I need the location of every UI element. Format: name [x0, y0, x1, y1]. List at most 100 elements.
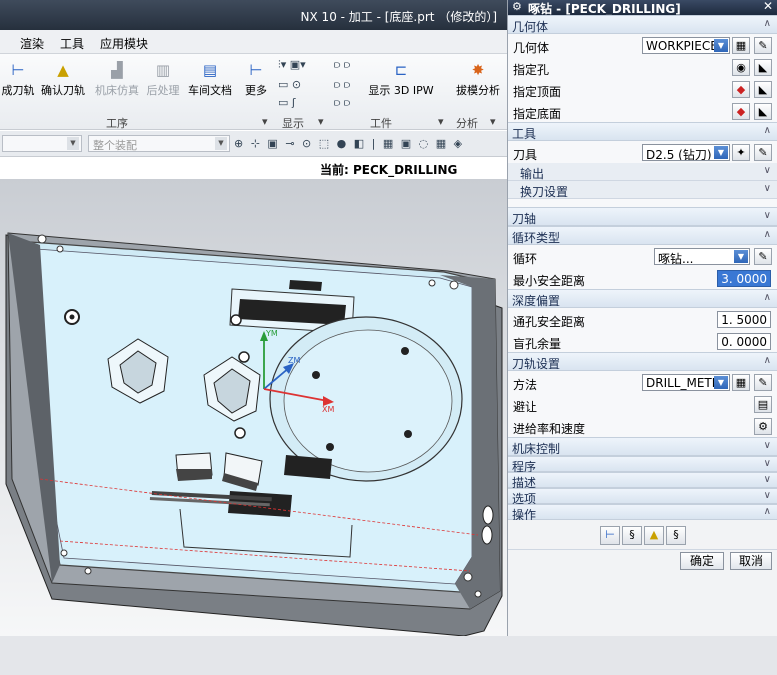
assembly-scope-combo[interactable]: 整个装配 ▼	[88, 135, 230, 152]
blind-hole-label: 盲孔余量	[513, 337, 562, 351]
group-workpiece-chevron[interactable]: ▾	[438, 115, 444, 128]
verify-icon[interactable]: ▲	[644, 526, 664, 545]
section-program[interactable]: 程序 ∨	[508, 456, 777, 474]
chevron-up-icon: ∧	[763, 355, 771, 366]
chevron-up-icon: ∧	[763, 292, 771, 303]
avoid-label: 避让	[513, 400, 538, 414]
edit-cycle-icon[interactable]: ✎	[754, 248, 772, 265]
min-clearance-label: 最小安全距离	[513, 274, 586, 288]
group-operation: 工序	[106, 117, 128, 130]
blind-hole-row: 盲孔余量 0. 0000	[508, 330, 777, 352]
chevron-down-icon: ∨	[763, 183, 771, 194]
group-workpiece: 工件	[370, 117, 392, 130]
generate-toolpath-button[interactable]: ⊢ 成刀轨	[0, 58, 36, 104]
through-hole-input[interactable]: 1. 5000	[717, 311, 771, 328]
edit-geometry-icon[interactable]: ✎	[754, 37, 772, 54]
geometry-select[interactable]: WORKPIECE ▼	[642, 37, 730, 54]
display-options-icon[interactable]: ⫶▾ ▣▾	[278, 58, 306, 72]
feeds-speeds-icon[interactable]: ⚙	[754, 418, 772, 435]
ribbon: ⊢ 成刀轨 ▲ 确认刀轨 ▟ 机床仿真 ▥ 后处理 ▤ 车间文档 ⊢ 更多 ⫶▾…	[0, 54, 507, 130]
method-label: 方法	[513, 378, 538, 392]
geometry-row: 几何体 WORKPIECE ▼ ▦ ✎	[508, 34, 777, 56]
new-geometry-icon[interactable]: ▦	[732, 37, 750, 54]
section-path-settings[interactable]: 刀轨设置 ∧	[508, 352, 777, 371]
machine-simulation-button[interactable]: ▟ 机床仿真	[92, 58, 142, 104]
generate-toolpath-icon: ⊢	[11, 61, 25, 79]
section-machine-control[interactable]: 机床控制 ∨	[508, 437, 777, 456]
close-icon[interactable]: ✕	[763, 0, 773, 13]
list-icon[interactable]: §	[666, 526, 686, 545]
edit-method-icon[interactable]: ✎	[754, 374, 772, 391]
group-display-expand[interactable]: ▾	[262, 115, 268, 128]
postprocess-button[interactable]: ▥ 后处理	[144, 58, 182, 104]
replay-icon[interactable]: §	[622, 526, 642, 545]
part-model: YM ZM XM	[5, 232, 503, 636]
display-3d-ipw-icon: ⊏	[394, 61, 408, 79]
display-holes-icon[interactable]: ◣	[754, 59, 772, 76]
tool-change-subsection[interactable]: 换刀设置 ∨	[508, 181, 777, 199]
display-toolpath-icon[interactable]: ▭ ⊙	[278, 78, 301, 91]
feeds-label: 进给率和速度	[513, 422, 586, 436]
chevron-down-icon: ∨	[763, 210, 771, 221]
display-bottom-icon[interactable]: ◣	[754, 103, 772, 120]
snap-icons[interactable]: ⊕ ⊹ ▣ ⊸ ⊙ ⬚ ● ◧ | ▦ ▣ ◌ ▦ ◈	[234, 137, 464, 150]
select-bottom-surface-icon[interactable]: ◆	[732, 103, 750, 120]
chevron-up-icon: ∧	[763, 125, 771, 136]
cancel-button[interactable]: 取消	[730, 552, 772, 570]
axis-label-y: YM	[265, 329, 278, 338]
section-tool[interactable]: 工具 ∧	[508, 122, 777, 141]
output-subsection[interactable]: 输出 ∨	[508, 163, 777, 181]
menu-render[interactable]: 渲染	[20, 35, 44, 52]
filter-combo[interactable]: ▼	[2, 135, 82, 152]
section-geometry[interactable]: 几何体 ∧	[508, 15, 777, 34]
display-3d-ipw-button[interactable]: ⊏ 显示 3D IPW	[368, 58, 434, 104]
cycle-select[interactable]: 啄钻... ▼	[654, 248, 750, 265]
draft-analysis-button[interactable]: ✸ 拔模分析	[452, 58, 504, 104]
method-row: 方法 DRILL_METH ▼ ▦ ✎	[508, 371, 777, 393]
method-select[interactable]: DRILL_METH ▼	[642, 374, 730, 391]
verify-toolpath-button[interactable]: ▲ 确认刀轨	[38, 58, 88, 104]
workpiece-icon-3[interactable]: ⫐ ⫐	[334, 96, 350, 110]
display-top-icon[interactable]: ◣	[754, 81, 772, 98]
section-depth-offset[interactable]: 深度偏置 ∧	[508, 289, 777, 308]
chevron-down-icon: ▼	[734, 250, 748, 263]
generate-icon[interactable]: ⊢	[600, 526, 620, 545]
workpiece-icon-1[interactable]: ⫐ ⫐	[334, 58, 350, 72]
select-top-surface-icon[interactable]: ◆	[732, 81, 750, 98]
specify-top-label: 指定顶面	[513, 85, 562, 99]
select-holes-icon[interactable]: ◉	[732, 59, 750, 76]
menu-tools[interactable]: 工具	[60, 35, 84, 52]
section-tool-axis[interactable]: 刀轴 ∨	[508, 207, 777, 226]
current-operation-label: 当前: PECK_DRILLING	[320, 163, 458, 177]
chevron-down-icon: ▼	[714, 146, 728, 159]
group-display-chevron[interactable]: ▾	[318, 115, 324, 128]
window-title: NX 10 - 加工 - [底座.prt （修改的）]	[300, 10, 497, 24]
chevron-down-icon: ▼	[215, 137, 227, 150]
blind-hole-input[interactable]: 0. 0000	[717, 333, 771, 350]
tool-select[interactable]: D2.5 (钻刀) ▼	[642, 144, 730, 161]
chevron-down-icon: ▼	[714, 39, 728, 52]
bottom-strip	[0, 636, 777, 675]
new-tool-icon[interactable]: ✦	[732, 144, 750, 161]
workpiece-icon-2[interactable]: ⫐ ⫐	[334, 78, 350, 92]
menu-application[interactable]: 应用模块	[100, 35, 148, 52]
section-description[interactable]: 描述 ∨	[508, 472, 777, 490]
min-clearance-input[interactable]: 3. 0000	[717, 270, 771, 287]
display-curve-icon[interactable]: ▭ ʃ	[278, 96, 296, 109]
section-actions[interactable]: 操作 ∧	[508, 504, 777, 522]
shop-documentation-button[interactable]: ▤ 车间文档	[184, 58, 236, 104]
avoid-row: 避让 ▤	[508, 393, 777, 415]
section-options[interactable]: 选项 ∨	[508, 488, 777, 506]
peck-drilling-dialog: ⚙ 啄钻 - [PECK_DRILLING] ✕ 几何体 ∧ 几何体 WORKPI…	[507, 0, 777, 636]
geometry-label: 几何体	[513, 41, 550, 55]
gear-icon[interactable]: ⚙	[512, 0, 522, 13]
group-analysis-chevron[interactable]: ▾	[490, 115, 496, 128]
specify-holes-row: 指定孔 ◉ ◣	[508, 56, 777, 78]
avoidance-icon[interactable]: ▤	[754, 396, 772, 413]
new-method-icon[interactable]: ▦	[732, 374, 750, 391]
edit-tool-icon[interactable]: ✎	[754, 144, 772, 161]
more-button[interactable]: ⊢ 更多	[242, 58, 270, 104]
section-cycle-type[interactable]: 循环类型 ∧	[508, 226, 777, 245]
graphics-viewport[interactable]: YM ZM XM	[0, 179, 507, 636]
ok-button[interactable]: 确定	[680, 552, 724, 570]
